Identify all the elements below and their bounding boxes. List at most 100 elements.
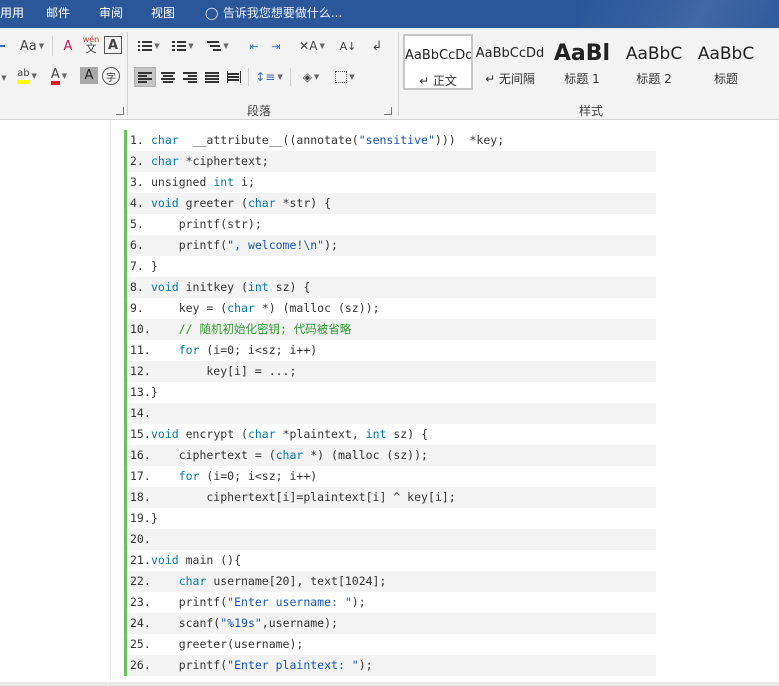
clear-formatting-button[interactable]: A — [58, 36, 78, 56]
style-item[interactable]: A — [763, 34, 779, 90]
distributed-button[interactable] — [224, 67, 244, 87]
code-line[interactable]: 12. key[i] = ...; — [127, 361, 656, 382]
line-spacing-button[interactable]: ↕≡ ▼ — [254, 67, 284, 87]
code-line[interactable]: 19.} — [127, 508, 656, 529]
numbering-button[interactable]: ▼ — [168, 36, 198, 56]
style-name: 标题 2 — [636, 72, 672, 86]
change-case-button[interactable]: Aa ▼ — [16, 36, 48, 56]
line-number: 19. — [130, 511, 151, 525]
code-line[interactable]: 17. for (i=0; i<sz; i++) — [127, 466, 656, 487]
code-token: *str) { — [275, 196, 332, 210]
tab-mailings[interactable]: 邮件 — [46, 5, 70, 21]
code-token: key[i] = ...; — [151, 364, 297, 378]
code-line[interactable]: 3. unsigned int i; — [127, 172, 656, 193]
increase-indent-button[interactable]: ⇥ — [266, 36, 286, 56]
shading-button[interactable]: ◈ ▼ — [296, 67, 326, 87]
align-center-button[interactable] — [158, 67, 178, 87]
code-line[interactable]: 21. void main (){ — [127, 550, 656, 571]
font-size-decrease-fragment-icon[interactable] — [0, 36, 6, 56]
lightbulb-icon: ◯ — [205, 6, 219, 20]
code-line[interactable]: 7.} — [127, 256, 656, 277]
character-border-label: A — [107, 37, 119, 53]
code-token: ); — [351, 595, 366, 609]
chevron-down-icon: ▼ — [319, 42, 325, 50]
line-number: 23. — [130, 595, 151, 609]
code-line[interactable]: 9. key = (char *) (malloc (sz)); — [127, 298, 656, 319]
bullets-button[interactable]: ▼ — [134, 36, 164, 56]
tab-references[interactable]: 用用 — [0, 5, 24, 21]
code-line[interactable]: 20. — [127, 529, 656, 550]
document-area[interactable]: 1. char __attribute__((annotate("sensitiv… — [0, 121, 779, 686]
style-item[interactable]: AaBbCcDd ↵ 正文 — [403, 34, 473, 90]
align-right-button[interactable] — [180, 67, 200, 87]
multilevel-list-button[interactable]: ▼ — [202, 36, 234, 56]
font-dialog-launcher-icon[interactable] — [116, 107, 124, 115]
code-token: ))) *key; — [434, 133, 505, 147]
code-line[interactable]: 15. void encrypt (char *plaintext, int sz… — [127, 424, 656, 445]
character-shading-button[interactable]: A — [80, 67, 98, 84]
style-item[interactable]: AaBl 标题 1 — [547, 34, 617, 90]
code-token: greeter ( — [178, 196, 248, 210]
code-token: (i=0; i<sz; i++) — [199, 469, 318, 483]
code-token: void — [151, 196, 179, 210]
line-number: 1. — [130, 133, 144, 147]
code-line[interactable]: 8. void initkey (int sz) { — [127, 277, 656, 298]
code-line[interactable]: 10. // 随机初始化密钥; 代码被省略 — [127, 319, 656, 340]
style-item[interactable]: AaBbC 标题 2 — [619, 34, 689, 90]
code-line[interactable]: 6. printf(", welcome!\n"); — [127, 235, 656, 256]
line-number: 6. — [130, 238, 144, 252]
code-line[interactable]: 25. greeter(username); — [127, 634, 656, 655]
code-line[interactable]: 11. for (i=0; i<sz; i++) — [127, 340, 656, 361]
sort-button[interactable]: A↓ — [336, 36, 360, 56]
code-line[interactable]: 1. char __attribute__((annotate("sensitiv… — [127, 130, 656, 151]
code-line[interactable]: 26. printf("Enter plaintext: "); — [127, 655, 656, 676]
code-line[interactable]: 22. char username[20], text[1024]; — [127, 571, 656, 592]
separator — [290, 68, 291, 86]
asian-layout-button[interactable]: ✕A ▼ — [296, 36, 328, 56]
tab-view[interactable]: 视图 — [151, 5, 175, 21]
code-line[interactable]: 16. ciphertext = (char *) (malloc (sz)); — [127, 445, 656, 466]
style-item[interactable]: AaBbCcDd ↵ 无间隔 — [475, 34, 545, 90]
enclose-characters-button[interactable]: 字 — [102, 67, 120, 85]
code-token: "Enter username: " — [227, 595, 352, 609]
line-number: 17. — [130, 469, 151, 483]
change-case-label: Aa — [19, 38, 37, 54]
tell-me-box[interactable]: ◯ 告诉我您想要做什么... — [205, 5, 342, 21]
decrease-indent-button[interactable]: ⇤ — [244, 36, 264, 56]
style-sample: AaBbC — [697, 44, 755, 64]
sort-icon: A↓ — [339, 39, 357, 53]
style-sample: AaBbCcDd — [475, 46, 545, 61]
code-block[interactable]: 1. char __attribute__((annotate("sensitiv… — [124, 130, 656, 676]
style-item[interactable]: AaBbC 标题 — [691, 34, 761, 90]
code-token: ); — [358, 658, 373, 672]
phonetic-guide-button[interactable]: wén 文 — [80, 34, 102, 54]
paragraph-dialog-launcher-icon[interactable] — [384, 107, 392, 115]
line-number: 3. — [130, 175, 144, 189]
asian-layout-icon: ✕A — [299, 39, 318, 53]
line-number: 7. — [130, 259, 144, 273]
code-token: username[20], text[1024]; — [206, 574, 387, 588]
code-line[interactable]: 24. scanf("%19s",username); — [127, 613, 656, 634]
text-effect-fragment-icon[interactable]: ▼ — [0, 68, 8, 88]
borders-button[interactable]: ▼ — [330, 67, 360, 87]
tab-review[interactable]: 审阅 — [99, 5, 123, 21]
chevron-down-icon: ▼ — [31, 72, 37, 80]
code-line[interactable]: 18. ciphertext[i]=plaintext[i] ^ key[i]; — [127, 487, 656, 508]
show-hide-marks-button[interactable]: ↲ — [366, 36, 388, 56]
character-border-button[interactable]: A — [104, 36, 122, 54]
justify-button[interactable] — [202, 67, 222, 87]
chevron-down-icon: ▼ — [61, 72, 68, 80]
align-left-button[interactable] — [134, 67, 156, 87]
code-line[interactable]: 13.} — [127, 382, 656, 403]
code-line[interactable]: 5. printf(str); — [127, 214, 656, 235]
code-line[interactable]: 14. — [127, 403, 656, 424]
highlight-color-button[interactable]: ab ▼ — [12, 66, 42, 86]
code-token: char — [227, 301, 255, 315]
code-line[interactable]: 2. char *ciphertext; — [127, 151, 656, 172]
code-line[interactable]: 4. void greeter (char *str) { — [127, 193, 656, 214]
code-line[interactable]: 23. printf("Enter username: "); — [127, 592, 656, 613]
code-token: for — [151, 469, 200, 483]
code-token: i; — [234, 175, 255, 189]
font-color-button[interactable]: A ▼ — [44, 66, 74, 86]
line-number: 10. — [130, 322, 151, 336]
